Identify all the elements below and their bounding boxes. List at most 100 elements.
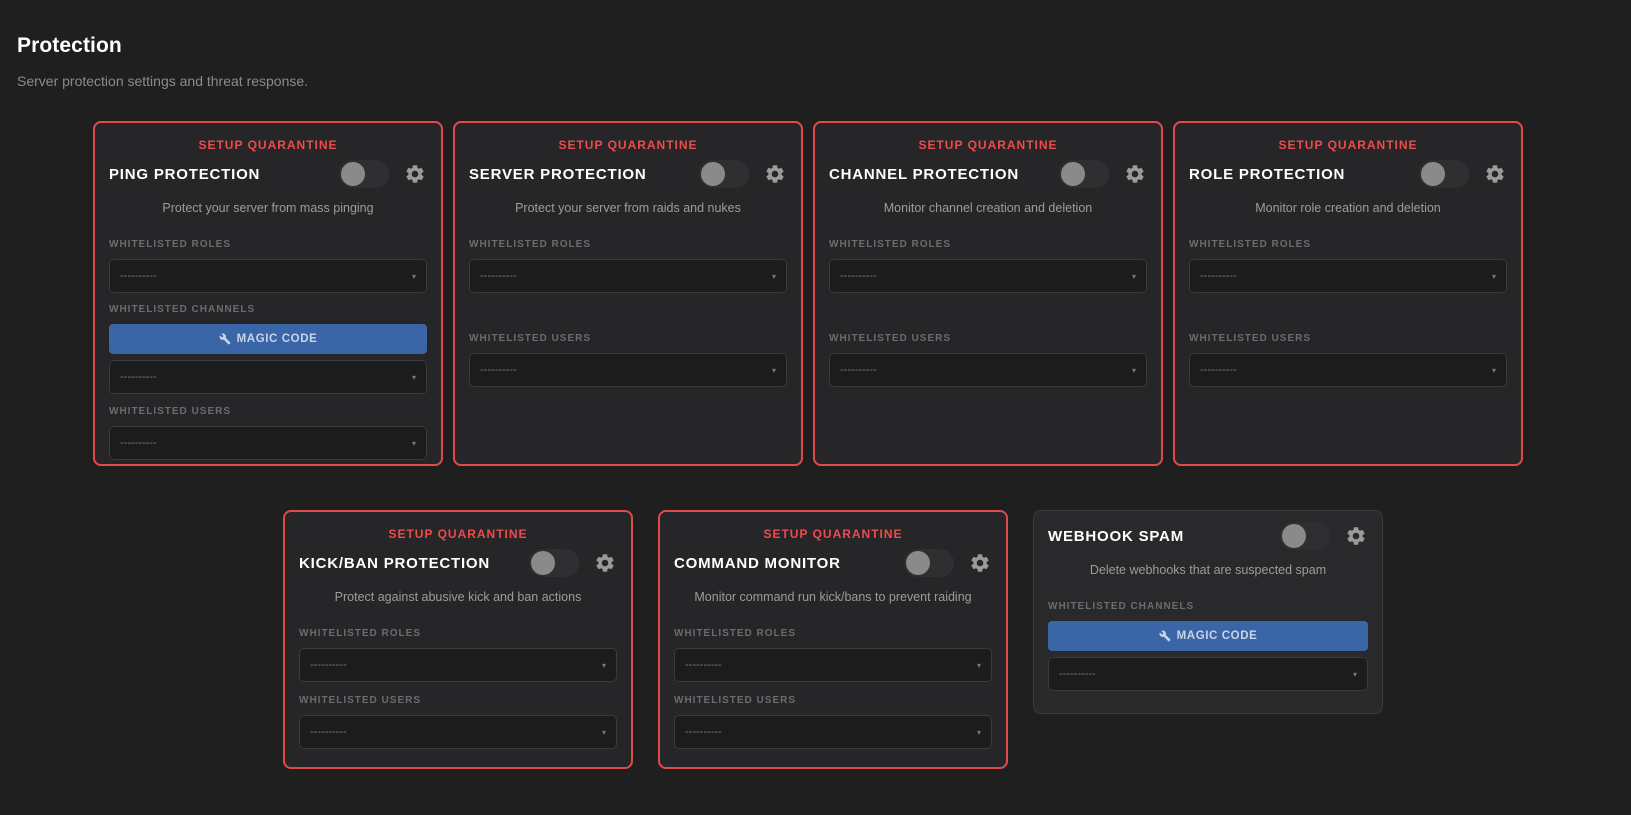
card-channel-protection: SETUP QUARANTINE CHANNEL PROTECTION Moni…: [813, 121, 1163, 466]
chevron-down-icon: ▾: [1131, 365, 1136, 375]
whitelisted-roles-label: WHITELISTED ROLES: [299, 628, 421, 639]
select-value: ----------: [120, 371, 157, 383]
toggle-knob: [701, 162, 725, 186]
whitelisted-users-select[interactable]: ---------- ▾: [1189, 353, 1507, 387]
select-value: ----------: [685, 726, 722, 738]
gear-icon[interactable]: [1344, 524, 1368, 548]
setup-quarantine-link[interactable]: SETUP QUARANTINE: [109, 138, 427, 152]
gear-icon[interactable]: [593, 551, 617, 575]
whitelisted-roles-select[interactable]: ---------- ▾: [829, 259, 1147, 293]
whitelisted-channels-select[interactable]: ---------- ▾: [109, 360, 427, 394]
card-description: Protect against abusive kick and ban act…: [334, 590, 582, 604]
whitelisted-users-select[interactable]: ---------- ▾: [674, 715, 992, 749]
chevron-down-icon: ▾: [411, 438, 416, 448]
setup-quarantine-link[interactable]: SETUP QUARANTINE: [674, 527, 992, 541]
whitelisted-users-select[interactable]: ---------- ▾: [829, 353, 1147, 387]
wrench-icon: [219, 333, 231, 345]
card-webhook-spam: WEBHOOK SPAM Delete webhooks that are su…: [1033, 510, 1383, 714]
whitelisted-roles-select[interactable]: ---------- ▾: [674, 648, 992, 682]
enable-toggle[interactable]: [904, 549, 954, 577]
whitelisted-channels-label: WHITELISTED CHANNELS: [109, 304, 256, 315]
toggle-knob: [1061, 162, 1085, 186]
toggle-knob: [1282, 524, 1306, 548]
magic-code-label: MAGIC CODE: [236, 333, 318, 345]
card-header: ROLE PROTECTION: [1189, 159, 1507, 189]
whitelisted-roles-label: WHITELISTED ROLES: [109, 239, 231, 250]
card-title: PING PROTECTION: [109, 165, 261, 183]
select-value: ----------: [1200, 270, 1237, 282]
card-server-protection: SETUP QUARANTINE SERVER PROTECTION Prote…: [453, 121, 803, 466]
chevron-down-icon: ▾: [1491, 365, 1496, 375]
card-role-protection: SETUP QUARANTINE ROLE PROTECTION Monitor…: [1173, 121, 1523, 466]
setup-quarantine-link[interactable]: SETUP QUARANTINE: [469, 138, 787, 152]
card-header: KICK/BAN PROTECTION: [299, 548, 617, 578]
chevron-down-icon: ▾: [976, 660, 981, 670]
magic-code-button[interactable]: MAGIC CODE: [1048, 621, 1368, 651]
magic-code-button[interactable]: MAGIC CODE: [109, 324, 427, 354]
enable-toggle[interactable]: [1059, 160, 1109, 188]
card-description: Monitor command run kick/bans to prevent…: [694, 590, 972, 604]
enable-toggle[interactable]: [529, 549, 579, 577]
page-header: Protection Server protection settings an…: [17, 34, 308, 89]
setup-quarantine-link[interactable]: SETUP QUARANTINE: [299, 527, 617, 541]
enable-toggle[interactable]: [1419, 160, 1469, 188]
whitelisted-roles-select[interactable]: ---------- ▾: [299, 648, 617, 682]
gear-icon[interactable]: [763, 162, 787, 186]
chevron-down-icon: ▾: [771, 271, 776, 281]
chevron-down-icon: ▾: [411, 372, 416, 382]
whitelisted-users-label: WHITELISTED USERS: [299, 695, 422, 706]
select-value: ----------: [840, 364, 877, 376]
magic-code-label: MAGIC CODE: [1176, 630, 1258, 642]
whitelisted-roles-select[interactable]: ---------- ▾: [469, 259, 787, 293]
select-value: ----------: [685, 659, 722, 671]
gear-icon[interactable]: [1483, 162, 1507, 186]
page-title: Protection: [17, 34, 122, 57]
whitelisted-roles-label: WHITELISTED ROLES: [674, 628, 796, 639]
card-header: PING PROTECTION: [109, 159, 427, 189]
toggle-knob: [906, 551, 930, 575]
page-subtitle: Server protection settings and threat re…: [17, 73, 309, 89]
setup-quarantine-link[interactable]: SETUP QUARANTINE: [1189, 138, 1507, 152]
whitelisted-users-select[interactable]: ---------- ▾: [469, 353, 787, 387]
chevron-down-icon: ▾: [601, 727, 606, 737]
whitelisted-users-select[interactable]: ---------- ▾: [299, 715, 617, 749]
whitelisted-channels-label: WHITELISTED CHANNELS: [1048, 601, 1195, 612]
setup-quarantine-link[interactable]: SETUP QUARANTINE: [829, 138, 1147, 152]
gear-icon[interactable]: [1123, 162, 1147, 186]
card-description: Protect your server from raids and nukes: [515, 201, 741, 215]
chevron-down-icon: ▾: [1131, 271, 1136, 281]
chevron-down-icon: ▾: [601, 660, 606, 670]
select-value: ----------: [1059, 668, 1096, 680]
enable-toggle[interactable]: [699, 160, 749, 188]
select-value: ----------: [120, 270, 157, 282]
chevron-down-icon: ▾: [976, 727, 981, 737]
whitelisted-users-label: WHITELISTED USERS: [674, 695, 797, 706]
select-value: ----------: [480, 364, 517, 376]
chevron-down-icon: ▾: [1491, 271, 1496, 281]
select-value: ----------: [310, 726, 347, 738]
card-kickban-protection: SETUP QUARANTINE KICK/BAN PROTECTION Pro…: [283, 510, 633, 769]
whitelisted-users-select[interactable]: ---------- ▾: [109, 426, 427, 460]
toggle-knob: [531, 551, 555, 575]
whitelisted-roles-select[interactable]: ---------- ▾: [1189, 259, 1507, 293]
select-value: ----------: [1200, 364, 1237, 376]
card-header: SERVER PROTECTION: [469, 159, 787, 189]
card-header: COMMAND MONITOR: [674, 548, 992, 578]
enable-toggle[interactable]: [339, 160, 389, 188]
select-value: ----------: [840, 270, 877, 282]
card-description: Monitor role creation and deletion: [1255, 201, 1441, 215]
enable-toggle[interactable]: [1280, 522, 1330, 550]
gear-icon[interactable]: [968, 551, 992, 575]
card-title: SERVER PROTECTION: [469, 165, 647, 183]
whitelisted-roles-label: WHITELISTED ROLES: [1189, 239, 1311, 250]
whitelisted-channels-select[interactable]: ---------- ▾: [1048, 657, 1368, 691]
chevron-down-icon: ▾: [411, 271, 416, 281]
card-ping-protection: SETUP QUARANTINE PING PROTECTION Protect…: [93, 121, 443, 466]
select-value: ----------: [120, 437, 157, 449]
card-command-monitor: SETUP QUARANTINE COMMAND MONITOR Monitor…: [658, 510, 1008, 769]
card-title: WEBHOOK SPAM: [1048, 527, 1184, 545]
whitelisted-users-label: WHITELISTED USERS: [1189, 333, 1312, 344]
card-title: ROLE PROTECTION: [1189, 165, 1346, 183]
gear-icon[interactable]: [403, 162, 427, 186]
whitelisted-roles-select[interactable]: ---------- ▾: [109, 259, 427, 293]
